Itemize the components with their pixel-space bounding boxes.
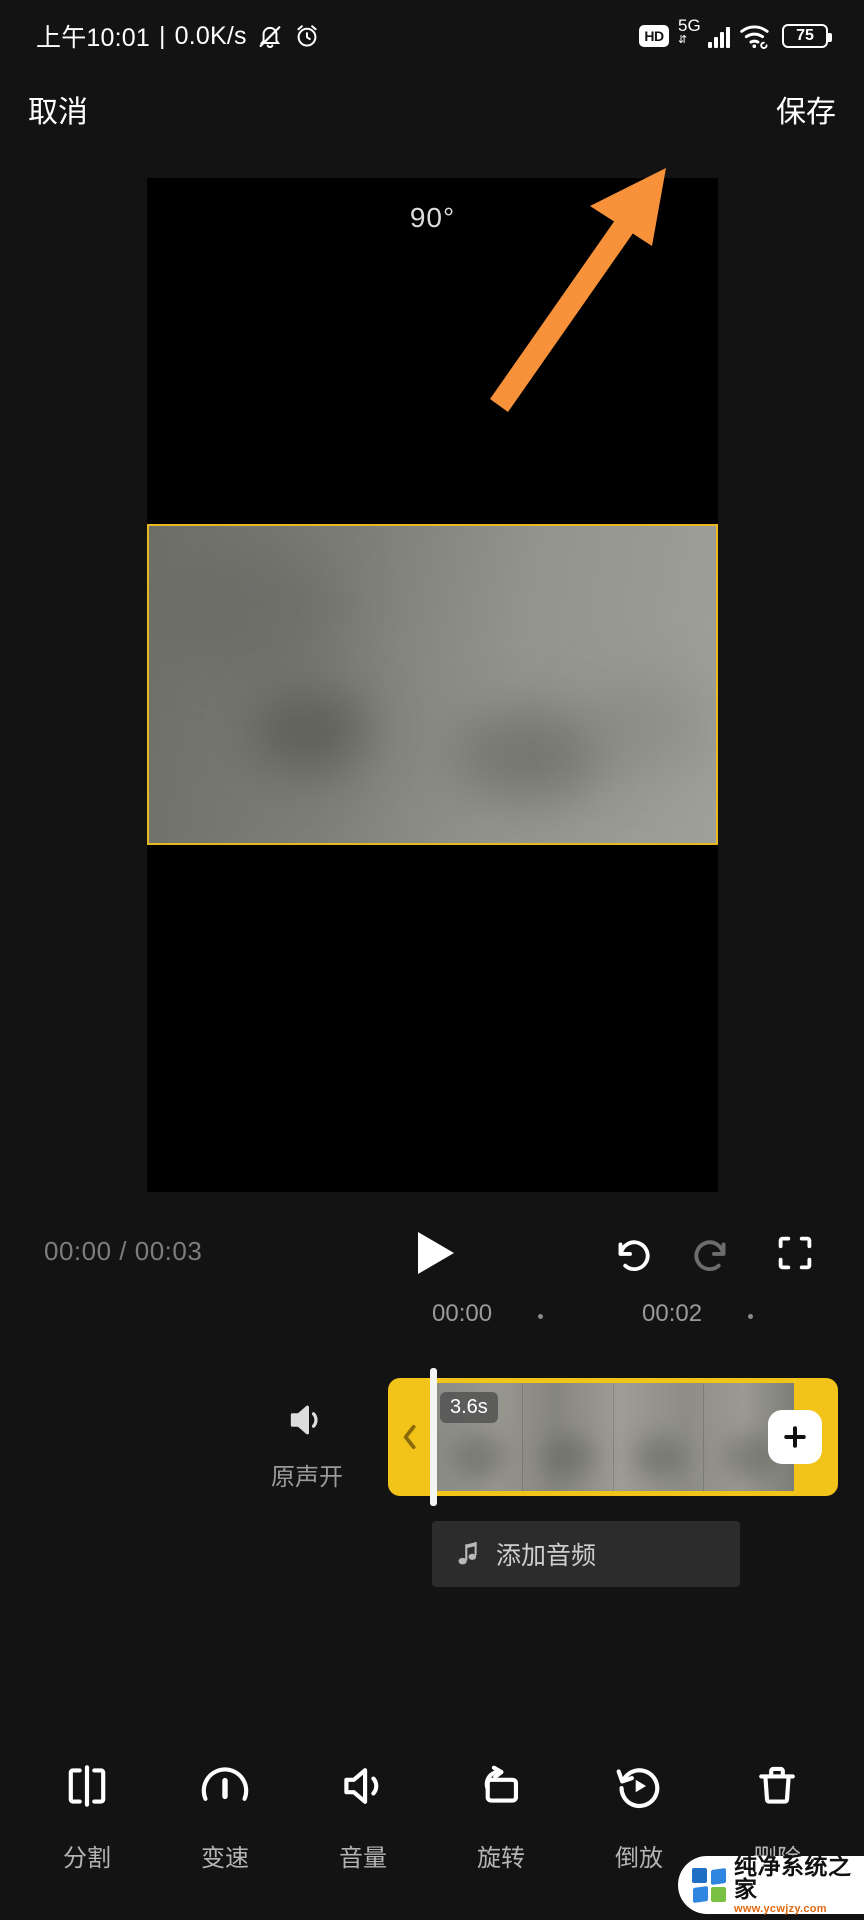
editor-header: 取消 保存 [0, 74, 864, 144]
original-audio-toggle[interactable]: 原声开 [252, 1400, 362, 1492]
add-audio-label: 添加音频 [496, 1542, 597, 1570]
status-bar-right: HD 5G ⇵ 75 [639, 17, 832, 51]
add-clip-button[interactable] [768, 1410, 822, 1464]
clip-thumbnail [523, 1383, 614, 1491]
playback-controls: 00:00 / 00:03 [0, 1218, 864, 1288]
original-audio-label: 原声开 [271, 1464, 343, 1491]
save-button[interactable]: 保存 [776, 87, 836, 131]
watermark: 纯净系统之家 www.ycwjzy.com [678, 1855, 864, 1915]
status-bar: 上午10:01 | 0.0K/s HD 5G ⇵ 75 [0, 0, 864, 72]
tool-label: 倒放 [615, 1845, 663, 1872]
video-frame-selection[interactable] [147, 524, 718, 845]
fullscreen-icon[interactable] [772, 1230, 818, 1276]
rotation-degree-label: 90° [409, 202, 456, 233]
watermark-url: www.ycwjzy.com [734, 1903, 827, 1915]
undo-icon[interactable] [608, 1230, 654, 1276]
redo-icon[interactable] [690, 1230, 736, 1276]
video-preview[interactable]: 90° [147, 178, 718, 1192]
tool-label: 分割 [63, 1845, 111, 1872]
delete-icon [750, 1759, 804, 1818]
volume-icon [336, 1759, 390, 1818]
ruler-tick-label: 00:02 [642, 1300, 703, 1327]
signal-bars-icon [708, 27, 730, 48]
app-root: 上午10:01 | 0.0K/s HD 5G ⇵ 75 取消 保存 90° 00… [0, 0, 864, 1920]
speed-icon [198, 1759, 252, 1818]
status-bar-left: 上午10:01 | 0.0K/s [36, 18, 321, 54]
bell-mute-icon [256, 22, 284, 50]
status-separator: | [158, 21, 166, 50]
tool-reverse[interactable]: 倒放 [579, 1759, 699, 1873]
frame-texture [579, 678, 710, 774]
battery-icon: 75 [782, 24, 832, 48]
data-arrows-icon: ⇵ [678, 34, 688, 46]
add-audio-button[interactable]: 添加音频 [432, 1521, 740, 1587]
timeline-ruler: 00:00 00:02 [0, 1300, 864, 1340]
cancel-button[interactable]: 取消 [28, 87, 88, 131]
cellular-signal-icon: 5G ⇵ [678, 17, 730, 51]
music-note-icon [456, 1540, 482, 1568]
tool-label: 音量 [339, 1845, 387, 1872]
play-icon[interactable] [412, 1228, 458, 1278]
tool-label: 旋转 [477, 1845, 525, 1872]
video-clip-track[interactable]: 3.6s [388, 1378, 838, 1496]
clip-trim-handle-left[interactable] [388, 1378, 432, 1496]
split-icon [60, 1759, 114, 1818]
alarm-clock-icon [293, 22, 321, 50]
rotate-icon [474, 1759, 528, 1818]
reverse-icon [612, 1759, 666, 1818]
ruler-tick-dot [748, 1314, 753, 1319]
battery-level: 75 [796, 27, 814, 44]
hd-badge: HD [639, 25, 669, 47]
frame-texture [166, 551, 346, 672]
frame-texture [251, 690, 372, 771]
status-clock: 上午10:01 [36, 24, 150, 52]
ruler-tick-label: 00:00 [432, 1300, 493, 1327]
tool-split[interactable]: 分割 [27, 1759, 147, 1873]
tool-label: 变速 [201, 1845, 249, 1872]
watermark-text: 纯净系统之家 www.ycwjzy.com [734, 1855, 864, 1915]
speaker-on-icon [285, 1400, 329, 1440]
tool-rotate[interactable]: 旋转 [441, 1759, 561, 1873]
network-type-label: 5G [678, 16, 701, 35]
four-squares-logo-icon [692, 1867, 726, 1904]
watermark-title: 纯净系统之家 [734, 1853, 852, 1902]
ruler-tick-dot [538, 1314, 543, 1319]
status-network-speed: 0.0K/s [174, 21, 247, 50]
timeline-playhead[interactable] [430, 1368, 437, 1506]
time-display: 00:00 / 00:03 [44, 1236, 203, 1266]
tool-speed[interactable]: 变速 [165, 1759, 285, 1873]
tool-volume[interactable]: 音量 [303, 1759, 423, 1873]
clip-thumbnail [614, 1383, 705, 1491]
wifi-icon [739, 22, 773, 50]
clip-duration-badge: 3.6s [440, 1392, 498, 1423]
